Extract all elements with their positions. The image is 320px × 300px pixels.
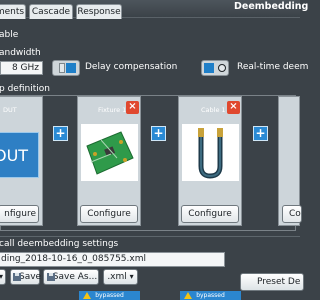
add-element-button[interactable]: + xyxy=(53,126,68,141)
open-button[interactable]: ▾ xyxy=(0,269,6,285)
app-title: Deembedding xyxy=(234,1,309,12)
bypassed-label: bypassed xyxy=(95,292,124,299)
toggle-knob xyxy=(218,64,226,72)
dut-title: DUT xyxy=(3,106,17,114)
save-icon xyxy=(13,273,21,281)
cable-bypassed-badge: bypassed xyxy=(180,291,241,300)
enable-label: able xyxy=(0,30,19,40)
bandwidth-label: andwidth xyxy=(0,48,41,58)
save-as-button[interactable]: Save As... xyxy=(43,269,99,285)
partial-configure-button[interactable]: Co xyxy=(282,205,302,223)
warning-icon xyxy=(83,292,91,299)
fixture-configure-button[interactable]: Configure xyxy=(80,205,138,223)
extension-label: .xml xyxy=(107,272,127,282)
add-element-button[interactable]: + xyxy=(253,126,268,141)
toggle-knob xyxy=(59,63,65,73)
cable-close-button[interactable]: × xyxy=(227,101,240,114)
bandwidth-input[interactable]: 8 GHz xyxy=(0,61,43,75)
circuit-board-icon xyxy=(86,131,134,175)
cable-configure-button[interactable]: Configure xyxy=(181,205,239,223)
toggle-indicator xyxy=(66,63,76,73)
fixture-close-button[interactable]: × xyxy=(126,101,139,114)
cable-icon xyxy=(198,128,223,179)
dut-configure-button[interactable]: nfigure xyxy=(0,205,39,223)
toggle-indicator xyxy=(204,63,214,73)
file-name-input[interactable]: ding_2018-10-16_0_085755.xml xyxy=(0,252,225,267)
delay-compensation-label: Delay compensation xyxy=(85,62,178,72)
delay-compensation-toggle[interactable] xyxy=(52,60,80,76)
recall-settings-label: call deembedding settings xyxy=(0,239,119,249)
file-extension-select[interactable]: .xml ▾ xyxy=(103,269,138,285)
tab-response[interactable]: Response xyxy=(76,4,122,19)
chevron-down-icon: ▾ xyxy=(129,272,134,281)
fixture-title: Fixture 1 xyxy=(98,106,127,114)
save-button[interactable]: Save xyxy=(10,269,41,285)
realtime-deembedding-label: Real-time deem xyxy=(237,62,309,72)
add-element-button[interactable]: + xyxy=(151,126,166,141)
setup-panel xyxy=(0,95,296,231)
chevron-down-icon: ▾ xyxy=(0,272,3,281)
dut-block[interactable]: OUT xyxy=(0,132,39,178)
divider xyxy=(0,236,300,237)
fixture-bypassed-badge: bypassed xyxy=(79,291,140,300)
tab-cascade[interactable]: Cascade xyxy=(29,4,73,19)
warning-icon xyxy=(184,292,192,299)
dut-block-label: OUT xyxy=(0,146,29,165)
realtime-deembedding-toggle[interactable] xyxy=(201,60,229,76)
setup-definition-label: p definition xyxy=(0,84,50,94)
cable-image xyxy=(182,124,239,181)
preset-deembedding-button[interactable]: Preset De xyxy=(240,273,304,291)
tab-measurements[interactable]: ments xyxy=(0,4,26,19)
fixture-image xyxy=(81,124,138,181)
save-as-icon xyxy=(47,273,55,281)
cable-title: Cable 1 xyxy=(201,106,226,114)
bypassed-label: bypassed xyxy=(196,292,225,299)
title-bar: ments Cascade Response Deembedding xyxy=(0,0,308,19)
